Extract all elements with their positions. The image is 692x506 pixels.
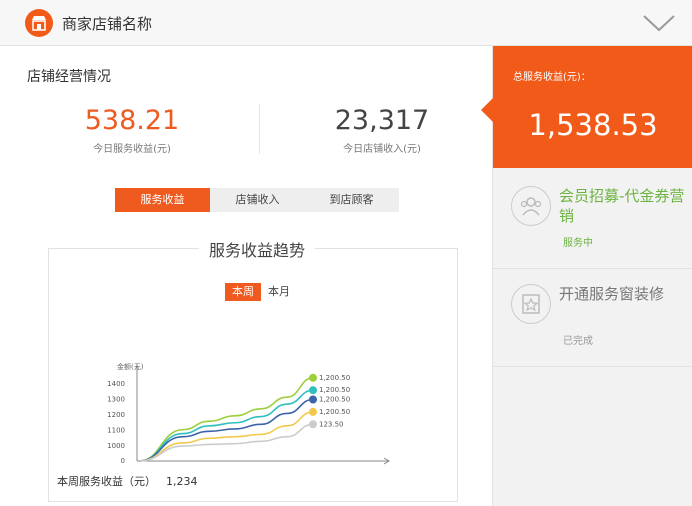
series-end-point: [309, 373, 317, 382]
chevron-down-icon[interactable]: [642, 14, 676, 36]
top-bar: 商家店铺名称: [0, 0, 692, 46]
stat-divider: [259, 104, 260, 154]
total-income-card: 总服务收益(元)： 1,538.53: [481, 46, 692, 168]
service-name: 开通服务窗装修: [559, 285, 665, 303]
series-end-point: [309, 420, 317, 429]
metric-tabs: 服务收益 店铺收入 到店顾客: [115, 188, 399, 212]
today-service-income: 538.21 今日服务收益(元): [32, 105, 232, 156]
total-income-label: 总服务收益(元)：: [513, 72, 591, 83]
service-name: 会员招募-代金券营销: [559, 187, 685, 225]
side-panel: 总服务收益(元)： 1,538.53 会员招募-代金券营销 服务中 开通服务窗装…: [481, 46, 692, 506]
main-panel: 店铺经营情况 538.21 今日服务收益(元) 23,317 今日店铺收入(元)…: [0, 46, 492, 506]
today-service-income-value: 538.21: [84, 105, 180, 136]
today-service-income-label: 今日服务收益(元): [93, 144, 171, 155]
total-income-value: 1,538.53: [528, 108, 658, 142]
today-shop-income-value: 23,317: [334, 105, 430, 136]
y-tick-label: 1100: [107, 427, 125, 435]
service-item-window-decor[interactable]: 开通服务窗装修 已完成: [493, 270, 692, 367]
data-label: 1,200.50: [319, 386, 350, 394]
y-tick-label: 1200: [107, 411, 125, 419]
shop-icon: [25, 9, 53, 37]
week-total: 本周服务收益（元） 1,234: [57, 473, 198, 489]
shop-name: 商家店铺名称: [62, 15, 153, 33]
data-label: 1,200.50: [319, 396, 350, 404]
week-total-value: 1,234: [166, 475, 198, 488]
members-icon: [511, 186, 551, 226]
total-pointer: [481, 98, 493, 122]
today-shop-income: 23,317 今日店铺收入(元): [282, 105, 482, 156]
service-status: 服务中: [563, 238, 593, 249]
tab-shop-income[interactable]: 店铺收入: [210, 188, 305, 212]
trend-line-chart: 金额(元)时间010001100120013001400周一周二周三周四周五周六…: [107, 362, 390, 465]
data-label: 123.50: [319, 420, 344, 428]
y-tick-label: 1300: [107, 396, 125, 404]
y-tick-label: 0: [121, 457, 125, 465]
tab-service-income[interactable]: 服务收益: [115, 188, 210, 212]
week-total-label: 本周服务收益（元）: [57, 475, 156, 488]
y-axis-label: 金额(元): [117, 362, 144, 371]
service-status: 已完成: [563, 336, 593, 347]
tab-store-visitors[interactable]: 到店顾客: [304, 188, 399, 212]
y-tick-label: 1400: [107, 380, 125, 388]
overview-title: 店铺经营情况: [27, 69, 111, 85]
trend-chart-card: 服务收益趋势 本周本月 金额(元)时间010001100120013001400…: [48, 237, 458, 502]
star-frame-icon: [511, 284, 551, 324]
data-label: 1,200.50: [319, 408, 350, 416]
series-end-point: [309, 395, 317, 404]
service-item-member-recruit[interactable]: 会员招募-代金券营销 服务中: [493, 172, 692, 269]
y-tick-label: 1000: [107, 442, 125, 450]
series-end-point: [309, 386, 317, 395]
data-label: 1,200.50: [319, 374, 350, 382]
today-shop-income-label: 今日店铺收入(元): [343, 144, 421, 155]
series-end-point: [309, 407, 317, 416]
